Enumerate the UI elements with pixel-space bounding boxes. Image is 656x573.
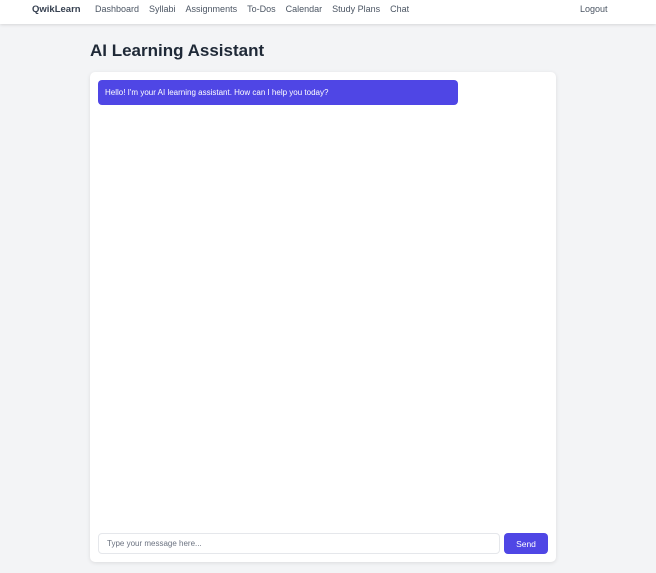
- nav-link-dashboard[interactable]: Dashboard: [95, 4, 139, 14]
- nav-link-assignments[interactable]: Assignments: [186, 4, 238, 14]
- brand-logo[interactable]: QwikLearn: [32, 4, 81, 15]
- nav-link-syllabi[interactable]: Syllabi: [149, 4, 176, 14]
- nav-link-chat[interactable]: Chat: [390, 4, 409, 14]
- page-title: AI Learning Assistant: [90, 41, 265, 60]
- nav-link-todos[interactable]: To-Dos: [247, 4, 276, 14]
- logout-link[interactable]: Logout: [580, 4, 608, 14]
- message-list[interactable]: Hello! I'm your AI learning assistant. H…: [90, 72, 556, 524]
- message-input[interactable]: [98, 533, 500, 554]
- top-navbar: QwikLearn Dashboard Syllabi Assignments …: [0, 0, 656, 24]
- send-button[interactable]: Send: [504, 533, 548, 554]
- assistant-message: Hello! I'm your AI learning assistant. H…: [98, 80, 458, 105]
- chat-panel: Hello! I'm your AI learning assistant. H…: [90, 72, 556, 562]
- message-composer: Send: [98, 533, 548, 554]
- main-nav: Dashboard Syllabi Assignments To-Dos Cal…: [95, 4, 419, 14]
- nav-link-study-plans[interactable]: Study Plans: [332, 4, 380, 14]
- nav-link-calendar[interactable]: Calendar: [286, 4, 323, 14]
